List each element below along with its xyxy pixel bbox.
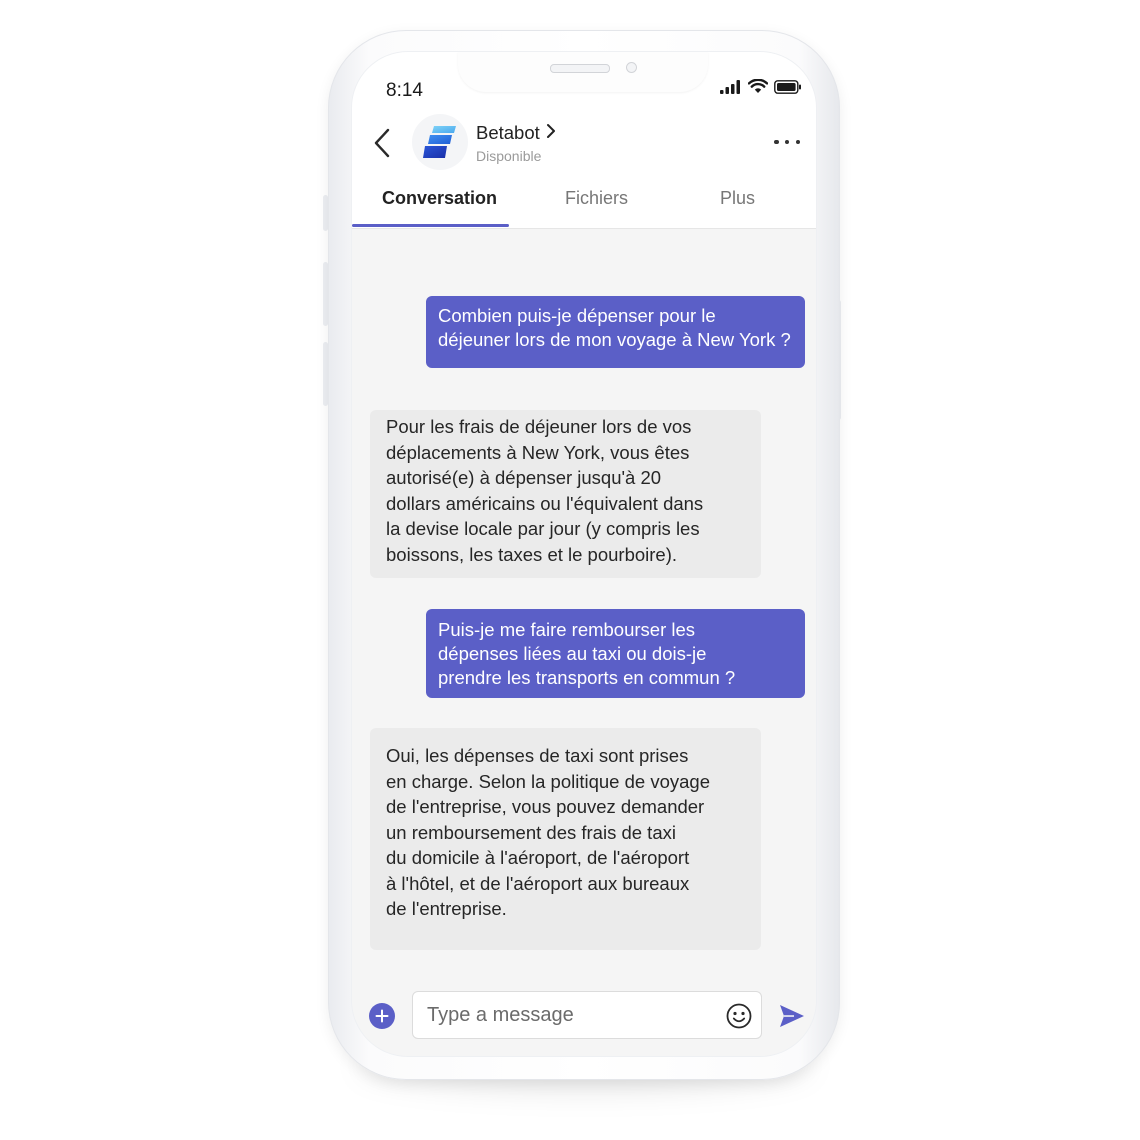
bot-name-link[interactable]: Betabot	[476, 122, 556, 144]
betabot-logo-icon	[423, 126, 456, 158]
more-dot	[784, 139, 790, 145]
send-icon	[780, 1005, 804, 1027]
send-button[interactable]	[778, 1002, 806, 1030]
notch	[458, 52, 708, 92]
status-icons	[720, 78, 802, 99]
wifi-icon	[747, 78, 769, 99]
add-attachment-button[interactable]	[369, 1003, 395, 1029]
bot-message: Pour les frais de déjeuner lors de vos d…	[370, 410, 761, 578]
tab-fichiers[interactable]: Fichiers	[565, 188, 628, 209]
battery-icon	[774, 79, 802, 99]
top-bar: 8:14 Betabot Disponible Conversation Fic…	[352, 52, 816, 229]
smiley-icon	[726, 1003, 752, 1029]
more-options-button[interactable]	[774, 132, 800, 152]
front-camera	[626, 62, 637, 73]
bot-name: Betabot	[476, 122, 540, 143]
speaker-grille	[550, 64, 610, 73]
message-composer	[352, 978, 816, 1056]
tab-conversation[interactable]: Conversation	[382, 188, 497, 209]
bot-status: Disponible	[476, 148, 542, 164]
user-message: Combien puis-je dépenser pour le déjeune…	[426, 296, 805, 368]
active-tab-indicator	[352, 224, 509, 227]
plus-icon	[375, 1009, 389, 1023]
back-button[interactable]	[368, 126, 396, 160]
user-message: Puis-je me faire rembourser les dépenses…	[426, 609, 805, 698]
chevron-left-icon	[374, 128, 390, 158]
message-input[interactable]	[427, 992, 717, 1038]
phone-screen: 8:14 Betabot Disponible Conversation Fic…	[352, 52, 816, 1056]
message-input-box	[412, 991, 762, 1039]
stage: 8:14 Betabot Disponible Conversation Fic…	[0, 0, 1140, 1140]
bot-message: Oui, les dépenses de taxi sont prises en…	[370, 728, 761, 950]
emoji-button[interactable]	[725, 1002, 753, 1030]
chevron-right-icon	[546, 122, 556, 144]
signal-icon	[720, 79, 742, 99]
bot-avatar[interactable]	[412, 114, 468, 170]
tab-bar: Conversation Fichiers Plus	[352, 184, 816, 228]
tab-plus[interactable]: Plus	[720, 188, 755, 209]
more-horizontal-icon	[774, 139, 779, 145]
status-time: 8:14	[386, 80, 423, 101]
more-dot	[795, 139, 800, 145]
